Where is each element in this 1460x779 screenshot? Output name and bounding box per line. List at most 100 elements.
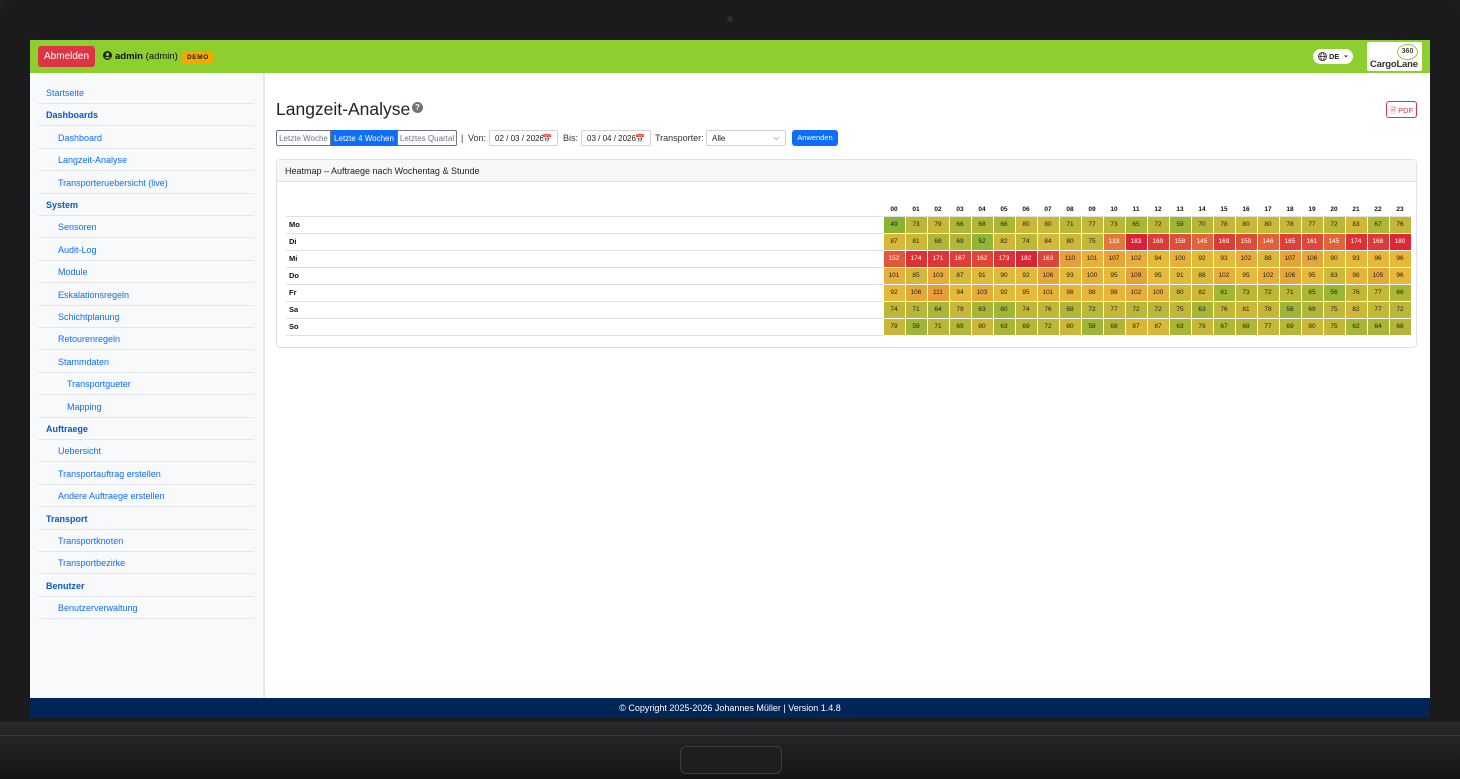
sidebar-item[interactable]: Transportauftrag erstellen [38,463,254,485]
sidebar-item[interactable]: Schichtplanung [38,306,254,328]
cargolane-logo[interactable]: 360 CargoLane [1367,42,1422,71]
heatmap-cell: 174 [1344,232,1368,251]
heatmap-row: Do 101 85 103 87 91 90 92 106 93 100 95 109 95 91 88 102… [286,266,1412,285]
sidebar-section-header[interactable]: Benutzer [38,575,254,597]
sidebar-item[interactable]: Transportbezirke [38,552,254,575]
heatmap-cell: 49 [882,215,906,234]
range-last-4-weeks-button[interactable]: Letzte 4 Wochen [331,130,397,146]
heatmap-hour-label: 07 [1037,203,1059,217]
heatmap-cell: 65 [1124,215,1148,234]
heatmap-cell: 84 [1036,232,1060,251]
sidebar-item[interactable]: Module [38,261,254,284]
sidebar-item[interactable]: Dashboard [38,127,254,149]
calendar-icon: 📅 [542,134,552,143]
heatmap-cell: 171 [926,249,950,268]
heatmap-hour-label: 15 [1213,203,1235,217]
heatmap-cell: 60 [992,300,1016,319]
transporter-select[interactable]: Alle ⌵ [706,130,786,146]
heatmap-cell: 100 [1080,266,1104,285]
heatmap-cell: 77 [1366,283,1390,302]
laptop-hinge [0,735,1460,736]
heatmap-cell: 77 [1102,300,1126,319]
heatmap-cell: 80 [1036,215,1060,234]
heatmap-cell: 109 [1124,266,1148,285]
heatmap-hour-label: 09 [1081,203,1103,217]
sidebar-item[interactable]: Stammdaten [38,351,254,373]
heatmap-cell: 96 [1388,266,1412,285]
heatmap-cell: 102 [1212,266,1236,285]
sidebar-item[interactable]: Mapping [38,396,254,418]
sidebar-item[interactable]: Andere Auftraege erstellen [38,485,254,508]
heatmap-cell: 59 [1168,215,1192,234]
heatmap-cell: 159 [1234,232,1258,251]
help-icon[interactable]: ? [412,102,423,113]
heatmap-hour-label: 03 [949,203,971,217]
sidebar-item[interactable]: Retourenregeln [38,328,254,351]
heatmap-card: Heatmap – Auftraege nach Wochentag & Stu… [276,159,1417,348]
heatmap-cell: 75 [1322,317,1346,336]
heatmap-day-label: So [286,318,883,336]
heatmap-cell: 106 [1278,266,1302,285]
heatmap-hour-label: 02 [927,203,949,217]
heatmap-row: Di 87 81 68 69 52 82 74 84 80 75 133 183 169 158 145 169… [286,232,1412,251]
heatmap-cell: 169 [1146,232,1170,251]
chevron-down-icon: ⌄ [1343,52,1349,59]
heatmap-cell: 87 [948,266,972,285]
heatmap-corner [286,203,883,217]
heatmap-cell: 80 [970,317,994,336]
heatmap-cell: 174 [904,249,928,268]
heatmap-row: Mo 49 73 79 66 68 66 80 80 71 77 73 65 72 59 70 78 80 80 78… [286,215,1412,234]
apply-button[interactable]: Anwenden [792,130,838,146]
range-last-week-button[interactable]: Letzte Woche [276,130,331,146]
heatmap-cell: 92 [882,283,906,302]
sidebar-section-header[interactable]: Dashboards [38,104,254,127]
heatmap-hour-label: 13 [1169,203,1191,217]
logout-button[interactable]: Abmelden [38,46,95,67]
heatmap-cell: 77 [1300,215,1324,234]
heatmap-cell: 69 [1014,317,1038,336]
sidebar-section-header[interactable]: System [38,194,254,216]
heatmap-cell: 59 [904,317,928,336]
heatmap-cell: 72 [1080,300,1104,319]
sidebar-item[interactable]: Langzeit-Analyse [38,149,254,172]
heatmap-cell: 90 [1322,249,1346,268]
heatmap-cell: 152 [882,249,906,268]
sidebar-item[interactable]: Transporteruebersicht (live) [38,172,254,194]
sidebar-item[interactable]: Benutzerverwaltung [38,597,254,620]
from-date-input[interactable]: 02 / 03 / 2026 📅 [489,130,558,146]
heatmap-cell: 98 [1058,283,1082,302]
language-selector[interactable]: DE ⌄ [1313,49,1353,64]
heatmap-cell: 98 [1102,283,1126,302]
heatmap-cell: 105 [1366,266,1390,285]
heatmap-hour-label: 06 [1015,203,1037,217]
to-label: Bis: [563,133,579,143]
sidebar-section-header[interactable]: Transport [38,508,254,530]
heatmap-hour-label: 21 [1345,203,1367,217]
sidebar-item[interactable]: Uebersicht [38,440,254,463]
heatmap-hour-label: 18 [1279,203,1301,217]
sidebar-item[interactable]: Transportknoten [38,530,254,552]
heatmap-cell: 95 [1014,283,1038,302]
sidebar-section-header[interactable]: Auftraege [38,418,254,440]
heatmap-cell: 72 [1388,300,1412,319]
demo-badge: DEMO [182,52,214,64]
heatmap-cell: 71 [1278,283,1302,302]
heatmap-cell: 77 [1080,215,1104,234]
range-last-quarter-button[interactable]: Letztes Quartal [397,130,457,146]
heatmap-cell: 66 [1388,283,1412,302]
sidebar-item[interactable]: Transportgueter [38,373,254,396]
user-name: admin [115,51,143,62]
to-date-input[interactable]: 03 / 04 / 2026 📅 [581,130,651,146]
sidebar-item[interactable]: Startseite [38,82,254,104]
main-content: Langzeit-Analyse ? 🗎 PDF Letzte Woche Le… [265,73,1430,698]
heatmap-cell: 100 [1146,283,1170,302]
sidebar-item[interactable]: Sensoren [38,216,254,239]
heatmap-cell: 76 [1036,300,1060,319]
top-navbar: Abmelden admin (admin) DEMO DE ⌄ 360 Car… [30,40,1430,73]
heatmap-row: Mi 152 174 171 167 162 173 182 163 110 101 107 102 94… [286,249,1412,268]
heatmap-cell: 98 [1344,266,1368,285]
heatmap-cell: 68 [970,215,994,234]
pdf-export-button[interactable]: 🗎 PDF [1386,101,1417,118]
sidebar-item[interactable]: Eskalationsregeln [38,284,254,306]
sidebar-item[interactable]: Audit-Log [38,239,254,261]
